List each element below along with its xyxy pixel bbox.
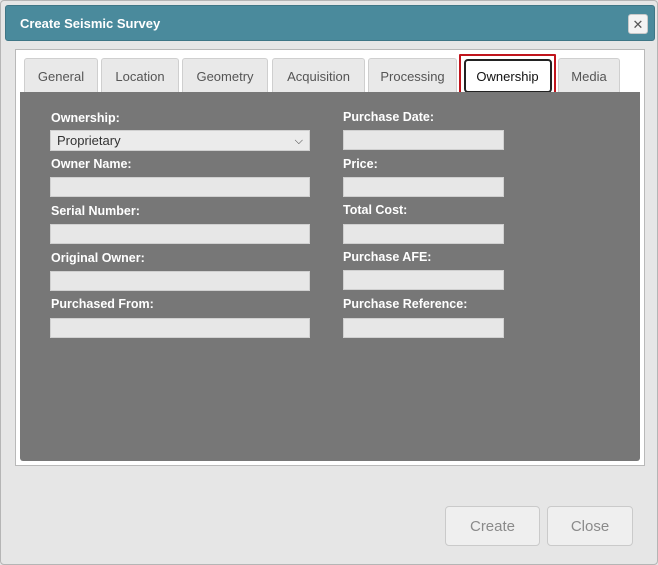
tab-general[interactable]: General xyxy=(24,58,98,93)
purchase-afe-label: Purchase AFE: xyxy=(343,250,432,264)
purchase-reference-label: Purchase Reference: xyxy=(343,297,468,311)
serial-number-field[interactable] xyxy=(50,224,310,244)
purchase-afe-field[interactable] xyxy=(343,270,504,290)
serial-number-label: Serial Number: xyxy=(51,204,140,218)
tab-processing[interactable]: Processing xyxy=(368,58,457,93)
dialog-title: Create Seismic Survey xyxy=(20,16,161,31)
purchase-date-field[interactable] xyxy=(343,130,504,150)
tab-acquisition[interactable]: Acquisition xyxy=(272,58,365,93)
dialog-titlebar: Create Seismic Survey ✕ xyxy=(5,5,655,41)
original-owner-label: Original Owner: xyxy=(51,251,145,265)
ownership-form: Ownership: Proprietary ⌵ Owner Name: Ser… xyxy=(20,92,640,461)
purchase-reference-field[interactable] xyxy=(343,318,504,338)
purchased-from-label: Purchased From: xyxy=(51,297,154,311)
purchase-date-label: Purchase Date: xyxy=(343,110,435,124)
owner-name-label: Owner Name: xyxy=(51,157,132,171)
ownership-select-value: Proprietary xyxy=(57,133,121,148)
original-owner-field[interactable] xyxy=(50,271,310,291)
close-button[interactable]: Close xyxy=(547,506,633,546)
create-button[interactable]: Create xyxy=(445,506,540,546)
price-label: Price: xyxy=(343,157,378,171)
ownership-select[interactable]: Proprietary ⌵ xyxy=(50,130,310,151)
total-cost-label: Total Cost: xyxy=(343,203,408,217)
owner-name-field[interactable] xyxy=(50,177,310,197)
price-field[interactable] xyxy=(343,177,504,197)
tab-location[interactable]: Location xyxy=(101,58,179,93)
chevron-down-icon: ⌵ xyxy=(294,135,303,147)
total-cost-field[interactable] xyxy=(343,224,504,244)
purchased-from-field[interactable] xyxy=(50,318,310,338)
tab-panel: General Location Geometry Acquisition Pr… xyxy=(15,49,645,466)
tab-media[interactable]: Media xyxy=(558,58,620,93)
create-seismic-survey-dialog: Create Seismic Survey ✕ General Location… xyxy=(0,0,658,565)
ownership-label: Ownership: xyxy=(51,111,120,125)
tab-strip: General Location Geometry Acquisition Pr… xyxy=(20,54,642,98)
tab-geometry[interactable]: Geometry xyxy=(182,58,268,93)
tab-ownership-label: Ownership xyxy=(463,59,552,93)
close-icon[interactable]: ✕ xyxy=(628,14,648,34)
